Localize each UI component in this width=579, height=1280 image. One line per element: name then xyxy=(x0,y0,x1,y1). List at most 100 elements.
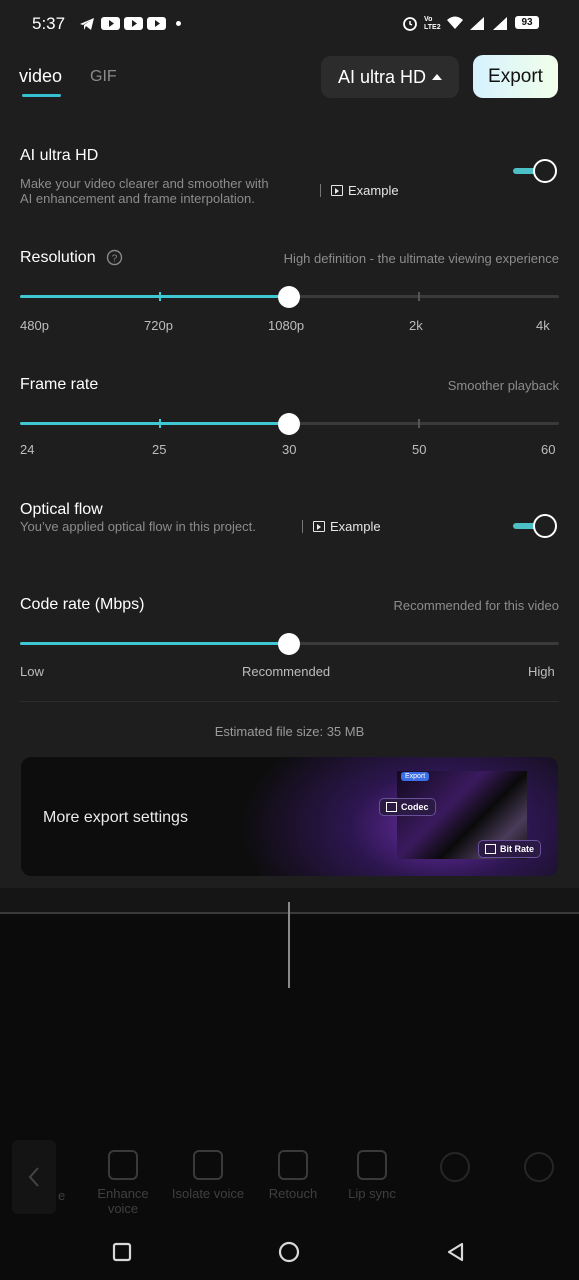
frame-rate-option-30[interactable]: 30 xyxy=(282,442,296,457)
ai-ultra-hd-toggle[interactable] xyxy=(513,159,557,183)
wifi-icon xyxy=(447,16,463,29)
quality-selector-button[interactable]: AI ultra HD xyxy=(321,56,459,98)
active-tab-indicator xyxy=(22,94,61,97)
status-bar: 5:37 Vo LTE2 93 xyxy=(0,0,579,48)
toolbar-item-enhance-voice[interactable]: Enhance voice xyxy=(83,1150,163,1216)
toolbar-item-partial[interactable]: e xyxy=(58,1188,65,1203)
ai-ultra-hd-description-2: AI enhancement and frame interpolation. xyxy=(20,191,255,206)
toolbar-item-label: Retouch xyxy=(268,1186,318,1201)
frame-rate-title: Frame rate xyxy=(20,376,99,393)
help-icon[interactable]: ? xyxy=(106,249,123,266)
bit-rate-chip-label: Bit Rate xyxy=(500,844,535,854)
code-rate-slider[interactable] xyxy=(20,633,559,655)
frame-rate-option-50[interactable]: 50 xyxy=(412,442,426,457)
frame-rate-slider-thumb[interactable] xyxy=(278,413,300,435)
slider-fill xyxy=(20,642,289,645)
bit-rate-chip: Bit Rate xyxy=(478,840,542,858)
volte-icon: Vo LTE2 xyxy=(424,16,441,31)
home-icon[interactable] xyxy=(278,1241,300,1263)
battery-level: 93 xyxy=(521,17,533,28)
clock: 5:37 xyxy=(32,14,66,33)
slider-tick xyxy=(418,292,420,301)
toolbar-item-retouch[interactable]: Retouch xyxy=(253,1150,333,1201)
slider-fill xyxy=(20,295,289,298)
toolbar-item-lip-sync[interactable]: Lip sync xyxy=(332,1150,412,1201)
lip-sync-icon xyxy=(357,1150,387,1180)
frame-rate-option-25[interactable]: 25 xyxy=(152,442,166,457)
play-icon xyxy=(313,521,325,532)
example-label: Example xyxy=(330,519,381,534)
resolution-title: Resolution xyxy=(20,249,96,266)
frame-rate-slider[interactable] xyxy=(20,413,559,435)
resolution-option-480p[interactable]: 480p xyxy=(20,318,49,333)
toolbar-item-label: Lip sync xyxy=(348,1186,396,1201)
more-export-settings-banner[interactable]: More export settings Export Codec Bit Ra… xyxy=(21,757,558,876)
toolbar-item-label: Enhance voice xyxy=(97,1186,149,1216)
youtube-icon xyxy=(101,17,120,30)
example-label: Example xyxy=(348,183,399,198)
toolbar-extra-icon xyxy=(440,1152,470,1182)
retouch-icon xyxy=(278,1150,308,1180)
separator xyxy=(302,520,303,533)
resolution-hint: High definition - the ultimate viewing e… xyxy=(283,251,559,266)
frame-rate-option-60[interactable]: 60 xyxy=(541,442,555,457)
code-rate-hint: Recommended for this video xyxy=(393,598,559,613)
optical-flow-toggle[interactable] xyxy=(513,514,557,538)
codec-chip: Codec xyxy=(379,798,436,816)
divider xyxy=(20,701,559,702)
toolbar-item-isolate-voice[interactable]: Isolate voice xyxy=(168,1150,248,1201)
notification-dot-icon xyxy=(176,21,181,26)
bit-rate-icon xyxy=(485,844,496,854)
signal-icon xyxy=(493,17,507,30)
code-rate-slider-thumb[interactable] xyxy=(278,633,300,655)
quality-selector-label: AI ultra HD xyxy=(337,66,427,87)
code-rate-option-high[interactable]: High xyxy=(528,664,555,679)
ai-ultra-hd-example-link[interactable]: Example xyxy=(331,183,399,198)
resolution-option-1080p[interactable]: 1080p xyxy=(268,318,304,333)
toolbar-extra-icon xyxy=(524,1152,554,1182)
back-icon[interactable] xyxy=(446,1242,466,1262)
optical-flow-description: You’ve applied optical flow in this proj… xyxy=(20,519,256,534)
playhead[interactable] xyxy=(288,902,290,988)
optical-flow-title: Optical flow xyxy=(20,501,103,518)
slider-tick xyxy=(418,419,420,428)
tab-video[interactable]: video xyxy=(19,66,62,87)
recents-icon[interactable] xyxy=(112,1242,132,1262)
back-arrow-icon xyxy=(28,1167,39,1187)
battery-icon: 93 xyxy=(515,16,539,29)
optical-flow-example-link[interactable]: Example xyxy=(313,519,381,534)
system-navigation-bar xyxy=(0,1222,579,1280)
play-icon xyxy=(331,185,343,196)
more-export-settings-label: More export settings xyxy=(43,809,188,826)
svg-text:?: ? xyxy=(112,254,118,265)
resolution-slider[interactable] xyxy=(20,286,559,308)
code-rate-option-recommended[interactable]: Recommended xyxy=(242,664,330,679)
signal-icon xyxy=(470,17,484,30)
code-rate-option-low[interactable]: Low xyxy=(20,664,44,679)
resolution-slider-thumb[interactable] xyxy=(278,286,300,308)
resolution-option-4k[interactable]: 4k xyxy=(536,318,550,333)
ai-ultra-hd-description-1: Make your video clearer and smoother wit… xyxy=(20,176,269,191)
resolution-option-2k[interactable]: 2k xyxy=(409,318,423,333)
tab-gif[interactable]: GIF xyxy=(90,68,117,86)
frame-rate-hint: Smoother playback xyxy=(447,378,559,393)
slider-tick xyxy=(159,419,161,428)
preview-export-badge: Export xyxy=(401,772,430,781)
codec-chip-label: Codec xyxy=(401,802,429,812)
frame-rate-option-24[interactable]: 24 xyxy=(20,442,34,457)
export-button[interactable]: Export xyxy=(473,55,558,98)
youtube-icon xyxy=(147,17,166,30)
telegram-icon xyxy=(80,18,94,30)
isolate-voice-icon xyxy=(193,1150,223,1180)
export-button-label: Export xyxy=(488,65,543,87)
alarm-icon xyxy=(403,17,417,31)
ai-ultra-hd-title: AI ultra HD xyxy=(20,147,99,164)
toolbar-back-button[interactable] xyxy=(12,1140,56,1214)
slider-fill xyxy=(20,422,289,425)
separator xyxy=(320,184,321,197)
youtube-icon xyxy=(124,17,143,30)
enhance-voice-icon xyxy=(108,1150,138,1180)
slider-tick xyxy=(159,292,161,301)
film-icon xyxy=(386,802,397,812)
resolution-option-720p[interactable]: 720p xyxy=(144,318,173,333)
